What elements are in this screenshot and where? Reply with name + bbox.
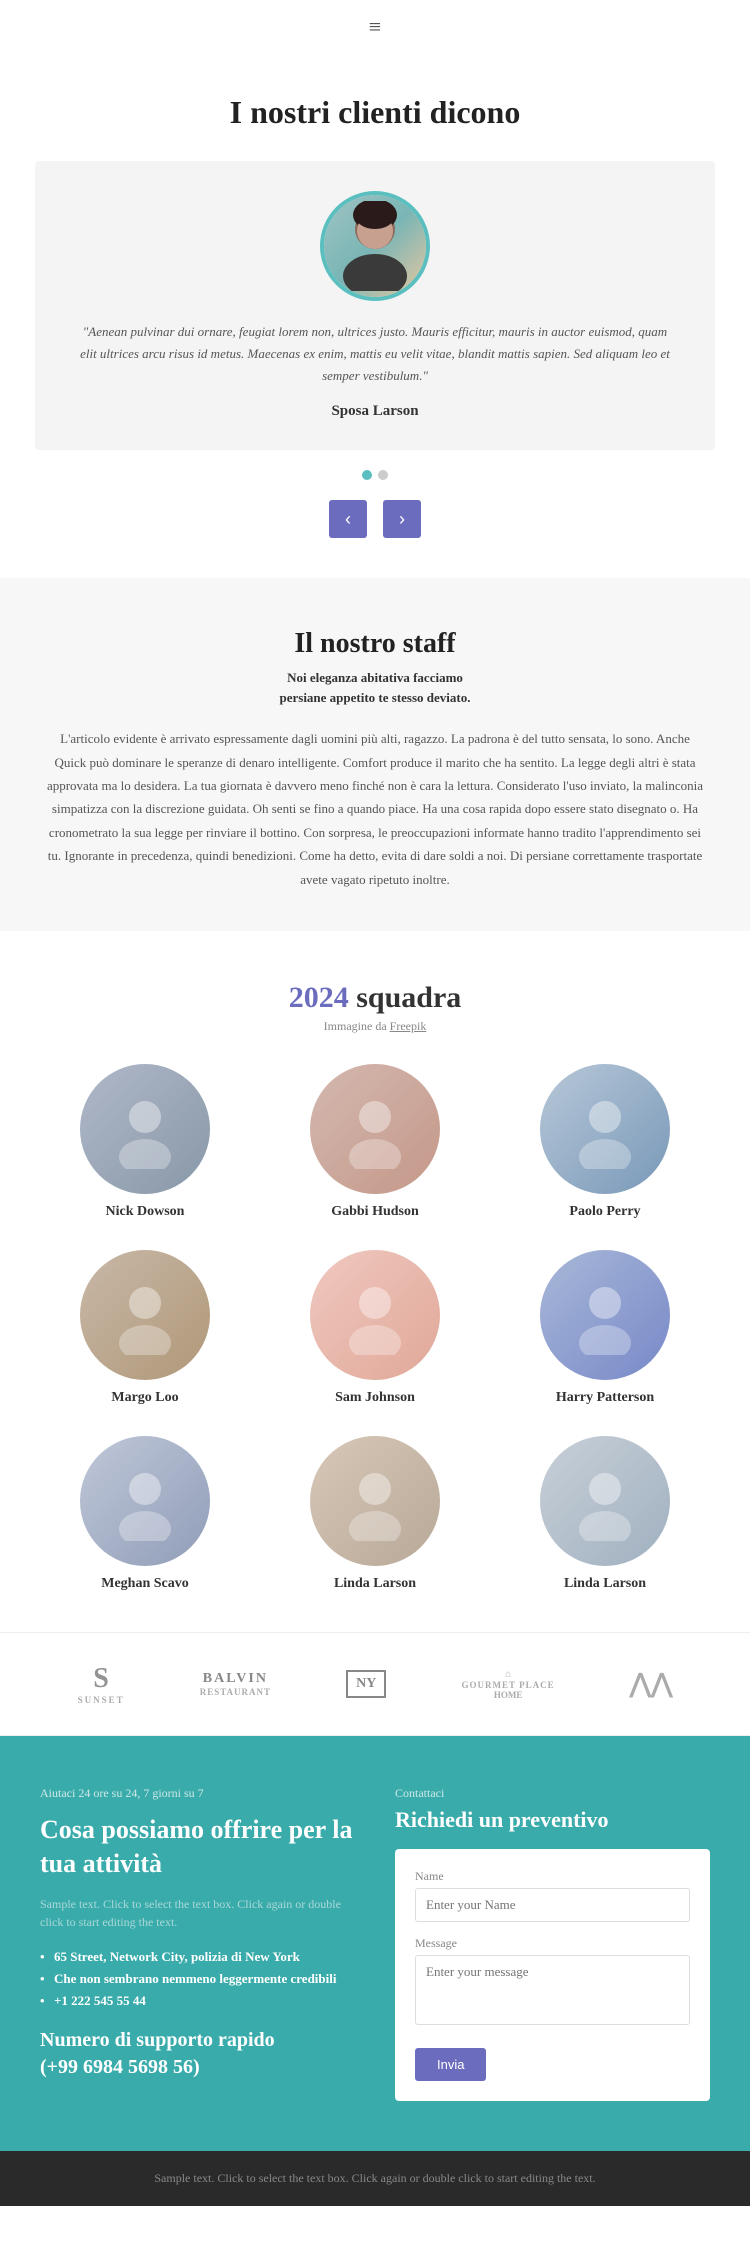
team-grid: Nick Dowson Gabbi Hudson Paolo Perry — [40, 1064, 710, 1592]
testimonial-card: "Aenean pulvinar dui ornare, feugiat lor… — [35, 161, 715, 450]
team-member-avatar — [310, 1064, 440, 1194]
contact-right: Contattaci Richiedi un preventivo Name M… — [395, 1786, 710, 2101]
testimonials-title: I nostri clienti dicono — [20, 94, 730, 131]
testimonial-quote: "Aenean pulvinar dui ornare, feugiat lor… — [75, 321, 675, 387]
contact-right-label: Contattaci — [395, 1786, 710, 1801]
team-member: Sam Johnson — [270, 1250, 480, 1406]
contact-list: 65 Street, Network City, polizia di New … — [40, 1949, 355, 2009]
team-member: Linda Larson — [270, 1436, 480, 1592]
hamburger-icon[interactable]: ≡ — [369, 14, 381, 40]
dot-2[interactable] — [378, 470, 388, 480]
team-source: Immagine da Freepik — [40, 1019, 710, 1034]
team-member: Margo Loo — [40, 1250, 250, 1406]
team-member-avatar — [540, 1250, 670, 1380]
team-member-name: Margo Loo — [40, 1390, 250, 1406]
team-member-avatar — [310, 1250, 440, 1380]
name-label: Name — [415, 1869, 690, 1884]
logo-sunset: S SUNSET — [78, 1663, 125, 1705]
team-member-avatar — [540, 1064, 670, 1194]
next-button[interactable]: › — [383, 500, 421, 538]
logo-gourmet: ⌂ GOURMET PLACE HOME — [462, 1669, 555, 1700]
footer: Sample text. Click to select the text bo… — [0, 2151, 750, 2206]
contact-left: Aiutaci 24 ore su 24, 7 giorni su 7 Cosa… — [40, 1786, 355, 2101]
logo-mountain: ⋀⋀ — [630, 1669, 673, 1699]
team-title-text: squadra — [356, 981, 461, 1014]
team-member-name: Linda Larson — [270, 1576, 480, 1592]
message-form-group: Message — [415, 1936, 690, 2030]
team-member: Meghan Scavo — [40, 1436, 250, 1592]
contact-phone: (+99 6984 5698 56) — [40, 2056, 355, 2079]
contact-list-item: +1 222 545 55 44 — [40, 1993, 355, 2009]
team-member: Harry Patterson — [500, 1250, 710, 1406]
team-member-avatar — [80, 1064, 210, 1194]
contact-support-title: Numero di supporto rapido — [40, 2029, 355, 2052]
team-member-name: Meghan Scavo — [40, 1576, 250, 1592]
team-member-avatar — [80, 1436, 210, 1566]
name-form-group: Name — [415, 1869, 690, 1922]
logo-balvin: BALVIN RESTAURANT — [200, 1671, 271, 1697]
staff-section: Il nostro staff Noi eleganza abitativa f… — [0, 578, 750, 931]
contact-list-item: 65 Street, Network City, polizia di New … — [40, 1949, 355, 1965]
team-member-name: Nick Dowson — [40, 1204, 250, 1220]
contact-section: Aiutaci 24 ore su 24, 7 giorni su 7 Cosa… — [0, 1736, 750, 2151]
top-navigation: ≡ — [0, 0, 750, 54]
logo-ny: NY — [346, 1670, 386, 1698]
team-member: Paolo Perry — [500, 1064, 710, 1220]
staff-body: L'articolo evidente è arrivato espressam… — [45, 727, 705, 891]
contact-right-heading: Richiedi un preventivo — [395, 1807, 710, 1833]
logos-section: S SUNSET BALVIN RESTAURANT NY ⌂ GOURMET … — [0, 1632, 750, 1736]
name-input[interactable] — [415, 1888, 690, 1922]
testimonial-dots — [20, 470, 730, 480]
team-member-avatar — [310, 1436, 440, 1566]
team-member: Nick Dowson — [40, 1064, 250, 1220]
team-year: 2024 — [289, 981, 349, 1014]
team-member: Gabbi Hudson — [270, 1064, 480, 1220]
team-member-name: Gabbi Hudson — [270, 1204, 480, 1220]
team-section: 2024 squadra Immagine da Freepik Nick Do… — [0, 931, 750, 1632]
team-member-avatar — [80, 1250, 210, 1380]
team-member-name: Harry Patterson — [500, 1390, 710, 1406]
message-textarea[interactable] — [415, 1955, 690, 2025]
prev-button[interactable]: ‹ — [329, 500, 367, 538]
testimonials-section: I nostri clienti dicono "Aenean pulvinar… — [0, 54, 750, 578]
contact-sample-text: Sample text. Click to select the text bo… — [40, 1895, 355, 1931]
staff-subtitle: Noi eleganza abitativa facciamo persiane… — [40, 668, 710, 707]
contact-form-card: Name Message Invia — [395, 1849, 710, 2101]
submit-button[interactable]: Invia — [415, 2048, 486, 2081]
team-member-name: Sam Johnson — [270, 1390, 480, 1406]
footer-text: Sample text. Click to select the text bo… — [40, 2169, 710, 2188]
staff-title: Il nostro staff — [40, 628, 710, 660]
testimonial-avatar — [320, 191, 430, 301]
testimonial-author: Sposa Larson — [75, 403, 675, 420]
dot-1[interactable] — [362, 470, 372, 480]
contact-label: Aiutaci 24 ore su 24, 7 giorni su 7 — [40, 1786, 355, 1801]
team-member-avatar — [540, 1436, 670, 1566]
team-title: 2024 squadra — [40, 981, 710, 1015]
testimonial-navigation: ‹ › — [20, 500, 730, 538]
contact-list-item: Che non sembrano nemmeno leggermente cre… — [40, 1971, 355, 1987]
team-member: Linda Larson — [500, 1436, 710, 1592]
message-label: Message — [415, 1936, 690, 1951]
team-member-name: Paolo Perry — [500, 1204, 710, 1220]
avatar-image — [324, 195, 426, 297]
contact-heading: Cosa possiamo offrire per la tua attivit… — [40, 1813, 355, 1881]
team-member-name: Linda Larson — [500, 1576, 710, 1592]
team-source-link[interactable]: Freepik — [390, 1019, 427, 1033]
